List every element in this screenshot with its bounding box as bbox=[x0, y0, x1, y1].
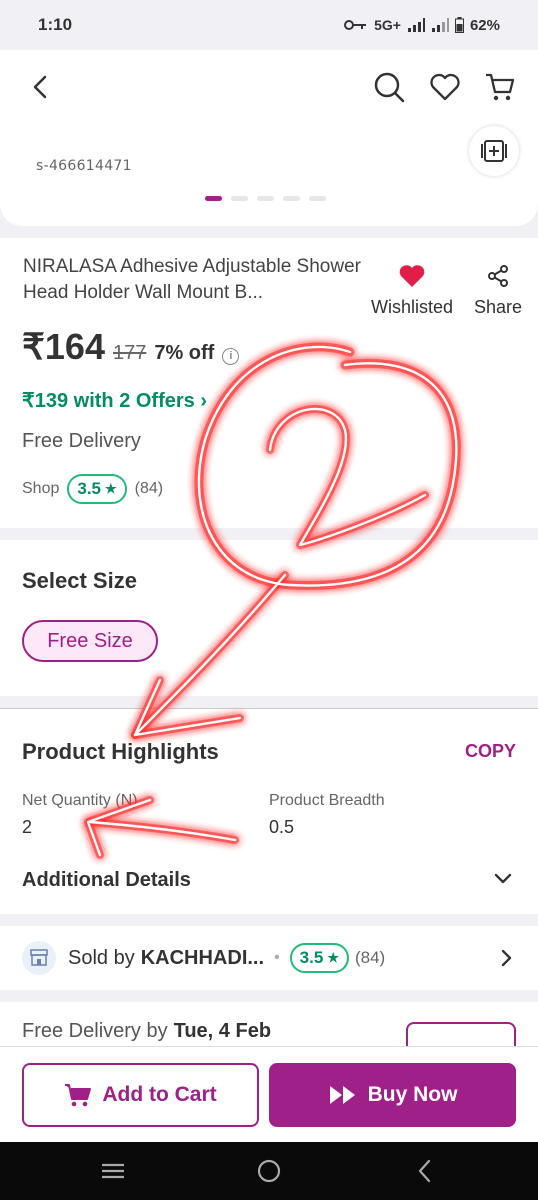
share-label: Share bbox=[473, 297, 523, 317]
back-icon[interactable] bbox=[410, 1156, 440, 1186]
gallery-button[interactable] bbox=[469, 126, 519, 176]
signal-icon-2 bbox=[431, 18, 449, 32]
price-row: ₹164 177 7% off i bbox=[22, 326, 240, 368]
signal-icon bbox=[407, 18, 425, 32]
seller-rating-badge: 3.5 ★ bbox=[289, 943, 349, 973]
key-icon bbox=[344, 20, 367, 30]
size-option-chip[interactable]: Free Size bbox=[22, 620, 158, 662]
shop-rating-row: Shop 3.5 ★ (84) bbox=[22, 474, 163, 504]
network-label: 5G+ bbox=[374, 17, 401, 33]
system-nav-bar bbox=[0, 1142, 538, 1200]
price: ₹164 bbox=[22, 326, 105, 367]
additional-details-toggle[interactable]: Additional Details bbox=[22, 869, 191, 892]
seller-rating-count: (84) bbox=[354, 948, 386, 967]
recent-apps-icon[interactable] bbox=[98, 1156, 128, 1186]
battery-level: 62% bbox=[469, 16, 500, 34]
seller-rating-value: 3.5 bbox=[299, 948, 324, 967]
delivery-label: Free Delivery by bbox=[22, 1020, 168, 1042]
carousel-dot[interactable] bbox=[231, 196, 248, 201]
spec-value: 2 bbox=[22, 817, 33, 837]
product-image-header: s-466614471 bbox=[0, 50, 538, 226]
copy-button[interactable]: COPY bbox=[465, 741, 516, 762]
discount: 7% off bbox=[154, 342, 215, 364]
sku-label: s-466614471 bbox=[36, 158, 132, 174]
delivery-text: Free Delivery by Tue, 4 Feb bbox=[22, 1020, 271, 1043]
chevron-right-icon bbox=[501, 949, 512, 967]
star-icon: ★ bbox=[105, 481, 117, 496]
product-info: NIRALASA Adhesive Adjustable Shower Head… bbox=[0, 238, 538, 528]
free-delivery-label: Free Delivery bbox=[22, 430, 141, 452]
status-icons: 5G+ 62% bbox=[344, 17, 500, 34]
image-carousel-indicator bbox=[205, 196, 326, 201]
share-icon bbox=[488, 265, 508, 287]
seller-row[interactable]: Sold by KACHHADI... • 3.5 ★ (84) bbox=[0, 926, 538, 990]
heart-outline-icon[interactable] bbox=[428, 70, 462, 104]
bottom-action-bar: Add to Cart Buy Now bbox=[0, 1046, 538, 1142]
separator-dot: • bbox=[274, 949, 280, 966]
back-arrow-icon[interactable] bbox=[26, 72, 56, 102]
mrp: 177 bbox=[112, 342, 147, 364]
status-bar: 1:10 5G+ 62% bbox=[0, 0, 538, 50]
buy-now-label: Buy Now bbox=[367, 1083, 458, 1106]
highlights-title: Product Highlights bbox=[22, 739, 219, 764]
spec-label: Product Breadth bbox=[269, 792, 385, 809]
carousel-dot[interactable] bbox=[257, 196, 274, 201]
wishlist-button[interactable]: Wishlisted bbox=[366, 264, 458, 318]
shop-label: Shop bbox=[22, 480, 60, 497]
chevron-down-icon[interactable] bbox=[492, 867, 514, 889]
add-to-cart-label: Add to Cart bbox=[102, 1083, 217, 1106]
info-icon[interactable]: i bbox=[222, 348, 240, 365]
store-icon bbox=[22, 941, 56, 975]
rating-count: (84) bbox=[134, 480, 164, 497]
product-title: NIRALASA Adhesive Adjustable Shower Head… bbox=[23, 256, 361, 303]
add-image-icon bbox=[481, 140, 507, 162]
heart-filled-icon bbox=[399, 265, 425, 287]
spec-value: 0.5 bbox=[269, 817, 295, 837]
carousel-dot[interactable] bbox=[205, 196, 222, 201]
buy-now-button[interactable]: Buy Now bbox=[269, 1063, 516, 1127]
status-time: 1:10 bbox=[38, 15, 73, 34]
size-title: Select Size bbox=[22, 568, 137, 593]
home-icon[interactable] bbox=[254, 1156, 284, 1186]
spec-label: Net Quantity (N) bbox=[22, 792, 138, 809]
size-selector: Select Size Free Size bbox=[0, 540, 538, 696]
carousel-dot[interactable] bbox=[283, 196, 300, 201]
search-icon[interactable] bbox=[372, 70, 406, 104]
cart-icon[interactable] bbox=[483, 70, 517, 104]
carousel-dot[interactable] bbox=[309, 196, 326, 201]
delivery-date: Tue, 4 Feb bbox=[173, 1020, 272, 1042]
product-highlights: Product Highlights COPY Net Quantity (N)… bbox=[0, 708, 538, 914]
offers-link[interactable]: ₹139 with 2 Offers › bbox=[22, 388, 207, 413]
battery-icon bbox=[454, 17, 464, 33]
rating-value: 3.5 bbox=[77, 479, 102, 498]
seller-name: KACHHADI... bbox=[140, 946, 265, 969]
add-to-cart-button[interactable]: Add to Cart bbox=[22, 1063, 259, 1127]
star-icon: ★ bbox=[327, 950, 339, 965]
cart-icon bbox=[65, 1084, 92, 1107]
share-button[interactable]: Share bbox=[470, 264, 526, 318]
sold-by-label: Sold by bbox=[68, 946, 135, 969]
wishlist-label: Wishlisted bbox=[370, 297, 454, 317]
fast-forward-icon bbox=[329, 1086, 355, 1104]
rating-badge[interactable]: 3.5 ★ bbox=[67, 474, 127, 504]
